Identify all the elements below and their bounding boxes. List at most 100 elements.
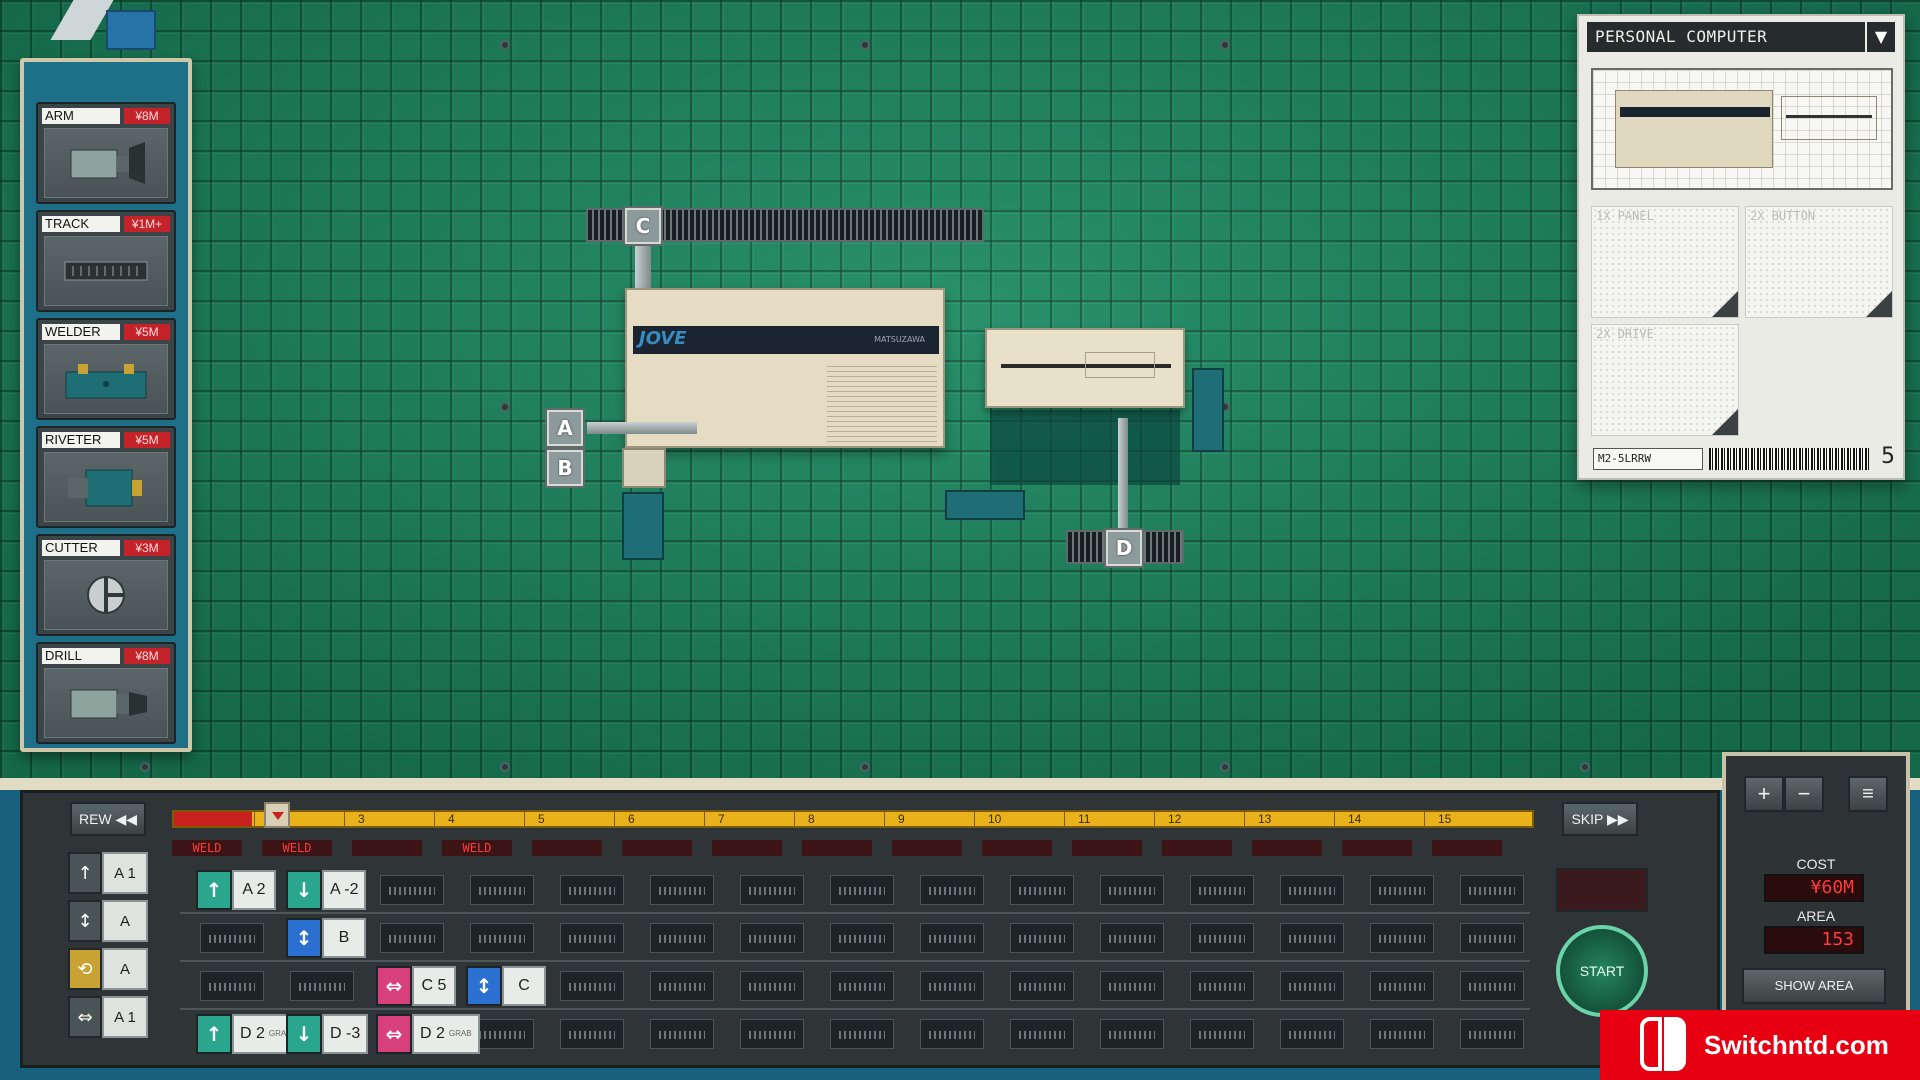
arm-b-label[interactable]: B <box>545 448 585 488</box>
empty-slot[interactable] <box>1280 971 1344 1001</box>
skip-button[interactable]: SKIP ▶▶ <box>1562 802 1638 836</box>
empty-slot[interactable] <box>560 875 624 905</box>
weld-cell[interactable] <box>1072 840 1142 856</box>
rotate-icon[interactable] <box>1712 409 1738 435</box>
empty-slot[interactable] <box>740 1019 804 1049</box>
show-area-button[interactable]: SHOW AREA <box>1742 968 1886 1004</box>
empty-slot[interactable] <box>830 971 894 1001</box>
tool-grab[interactable]: ↕ A <box>68 900 148 942</box>
rotate-icon[interactable] <box>1712 291 1738 317</box>
weld-cell[interactable] <box>1342 840 1412 856</box>
empty-slot[interactable] <box>1010 923 1074 953</box>
empty-slot[interactable] <box>200 923 264 953</box>
empty-slot[interactable] <box>740 923 804 953</box>
instr-c-move[interactable]: ⇔ C 5 <box>376 966 456 1006</box>
product-preview[interactable] <box>1591 68 1893 190</box>
empty-slot[interactable] <box>1190 1019 1254 1049</box>
empty-slot[interactable] <box>920 1019 984 1049</box>
empty-slot[interactable] <box>1010 1019 1074 1049</box>
part-welder[interactable]: WELDER ¥5M <box>36 318 176 420</box>
empty-slot[interactable] <box>1370 1019 1434 1049</box>
empty-slot[interactable] <box>1190 923 1254 953</box>
rewind-button[interactable]: REW ◀◀ <box>70 802 146 836</box>
menu-button[interactable]: ≡ <box>1848 776 1888 812</box>
part-drill[interactable]: DRILL ¥8M <box>36 642 176 744</box>
tool-lift[interactable]: ↑ A 1 <box>68 852 148 894</box>
weld-cell[interactable] <box>1162 840 1232 856</box>
empty-slot[interactable] <box>560 923 624 953</box>
empty-slot[interactable] <box>650 1019 714 1049</box>
weld-cell[interactable] <box>712 840 782 856</box>
zoom-out-button[interactable]: − <box>1784 776 1824 812</box>
instr-a-down[interactable]: ↓ A -2 <box>286 870 367 910</box>
part-track[interactable]: TRACK ¥1M+ <box>36 210 176 312</box>
empty-slot[interactable] <box>1100 971 1164 1001</box>
empty-slot[interactable] <box>1190 875 1254 905</box>
timeline-ruler[interactable]: 23456789101112131415 <box>172 810 1534 828</box>
empty-slot[interactable] <box>380 875 444 905</box>
empty-slot[interactable] <box>1190 971 1254 1001</box>
empty-slot[interactable] <box>1100 923 1164 953</box>
empty-slot[interactable] <box>200 971 264 1001</box>
start-button[interactable]: START <box>1556 925 1648 1017</box>
empty-slot[interactable] <box>1010 875 1074 905</box>
subpart-drive[interactable]: 2X DRIVE <box>1591 324 1739 436</box>
empty-slot[interactable] <box>380 923 444 953</box>
welder-machine[interactable] <box>622 492 664 560</box>
empty-slot[interactable] <box>650 971 714 1001</box>
weld-cell[interactable]: WELD <box>442 840 512 856</box>
tool-rotate[interactable]: ⟲ A <box>68 948 148 990</box>
rotate-icon[interactable] <box>1866 291 1892 317</box>
empty-slot[interactable] <box>1100 1019 1164 1049</box>
empty-slot[interactable] <box>1460 1019 1524 1049</box>
empty-slot[interactable] <box>920 875 984 905</box>
weld-cell[interactable] <box>802 840 872 856</box>
empty-slot[interactable] <box>470 875 534 905</box>
riveter-base[interactable] <box>945 490 1025 520</box>
empty-slot[interactable] <box>1280 875 1344 905</box>
empty-slot[interactable] <box>740 971 804 1001</box>
empty-slot[interactable] <box>1370 923 1434 953</box>
empty-slot[interactable] <box>560 971 624 1001</box>
empty-slot[interactable] <box>1370 971 1434 1001</box>
empty-slot[interactable] <box>920 923 984 953</box>
empty-slot[interactable] <box>920 971 984 1001</box>
part-riveter[interactable]: RIVETER ¥5M <box>36 426 176 528</box>
empty-slot[interactable] <box>560 1019 624 1049</box>
part-arm[interactable]: ARM ¥8M <box>36 102 176 204</box>
arm-c-label[interactable]: C <box>623 206 663 246</box>
empty-slot[interactable] <box>290 971 354 1001</box>
subpart-panel[interactable]: 1X PANEL <box>1591 206 1739 318</box>
weld-cell[interactable] <box>352 840 422 856</box>
instr-d-move[interactable]: ⇔ D 2 GRAB <box>376 1014 480 1054</box>
tool-extend[interactable]: ⇔ A 1 <box>68 996 148 1038</box>
empty-slot[interactable] <box>830 1019 894 1049</box>
weld-cell[interactable]: WELD <box>172 840 242 856</box>
zoom-in-button[interactable]: + <box>1744 776 1784 812</box>
arm-d-label[interactable]: D <box>1104 528 1144 568</box>
weld-cell[interactable] <box>1252 840 1322 856</box>
playhead-handle[interactable] <box>264 802 290 828</box>
weld-cell[interactable] <box>532 840 602 856</box>
empty-slot[interactable] <box>470 1019 534 1049</box>
empty-slot[interactable] <box>830 923 894 953</box>
empty-slot[interactable] <box>470 923 534 953</box>
weld-cell[interactable] <box>982 840 1052 856</box>
product-dropdown-icon[interactable]: ▼ <box>1867 22 1895 52</box>
instr-b-grab[interactable]: ↕ B <box>286 918 366 958</box>
riveter-machine[interactable] <box>1192 368 1224 452</box>
instr-a-up[interactable]: ↑ A 2 <box>196 870 276 910</box>
empty-slot[interactable] <box>1100 875 1164 905</box>
empty-slot[interactable] <box>1370 875 1434 905</box>
part-cutter[interactable]: CUTTER ¥3M <box>36 534 176 636</box>
product-title[interactable]: PERSONAL COMPUTER <box>1587 22 1865 52</box>
empty-slot[interactable] <box>740 875 804 905</box>
instr-d-up[interactable]: ↑ D 2 GRAB <box>196 1014 300 1054</box>
empty-slot[interactable] <box>830 875 894 905</box>
weld-cell[interactable] <box>892 840 962 856</box>
empty-slot[interactable] <box>1010 971 1074 1001</box>
empty-slot[interactable] <box>1460 875 1524 905</box>
weld-cell[interactable] <box>1432 840 1502 856</box>
empty-slot[interactable] <box>1460 923 1524 953</box>
empty-slot[interactable] <box>1280 923 1344 953</box>
